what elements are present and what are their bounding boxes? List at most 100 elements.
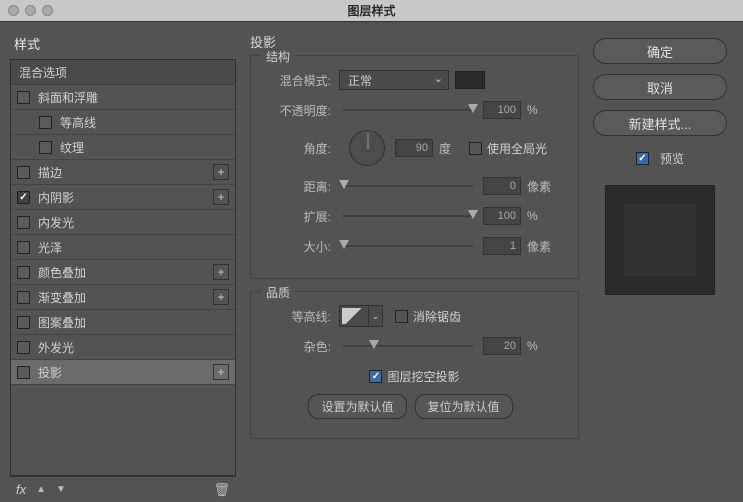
contour-dropdown-icon[interactable]: ⌄ [369, 305, 383, 327]
style-label: 描边 [38, 164, 62, 181]
checkbox-color-overlay[interactable] [17, 266, 30, 279]
style-list: 混合选项 斜面和浮雕 等高线 纹理 描边 + 内阴影 + [10, 59, 236, 476]
distance-unit: 像素 [527, 178, 557, 195]
blend-mode-label: 混合模式: [265, 72, 339, 89]
size-unit: 像素 [527, 238, 557, 255]
style-label: 光泽 [38, 239, 62, 256]
set-default-button[interactable]: 设置为默认值 [308, 394, 406, 419]
spread-label: 扩展: [265, 208, 339, 225]
contour-picker[interactable] [339, 305, 369, 327]
structure-group: 结构 混合模式: 正常 不透明度: % 角度: 度 使用全局光 [250, 55, 579, 279]
defaults-row: 设置为默认值 复位为默认值 [265, 394, 564, 418]
sidebar: 样式 混合选项 斜面和浮雕 等高线 纹理 描边 + 内阴影 [0, 22, 236, 502]
checkbox-inner-glow[interactable] [17, 216, 30, 229]
style-contour[interactable]: 等高线 [11, 110, 235, 135]
style-texture[interactable]: 纹理 [11, 135, 235, 160]
minimize-window-icon[interactable] [25, 5, 36, 16]
knockout-checkbox[interactable] [369, 370, 382, 383]
checkbox-texture[interactable] [39, 141, 52, 154]
contour-label: 等高线: [265, 308, 339, 325]
style-drop-shadow[interactable]: 投影 + [11, 360, 235, 385]
checkbox-satin[interactable] [17, 241, 30, 254]
spread-slider[interactable] [343, 215, 473, 217]
add-inner-shadow-icon[interactable]: + [213, 189, 229, 205]
style-label: 内阴影 [38, 189, 74, 206]
effect-title: 投影 [250, 32, 579, 51]
close-window-icon[interactable] [8, 5, 19, 16]
angle-field[interactable] [395, 139, 433, 157]
distance-slider[interactable] [343, 185, 473, 187]
style-stroke[interactable]: 描边 + [11, 160, 235, 185]
move-down-icon[interactable]: ▼ [56, 484, 66, 495]
style-label: 颜色叠加 [38, 264, 86, 281]
style-satin[interactable]: 光泽 [11, 235, 235, 260]
checkbox-stroke[interactable] [17, 166, 30, 179]
style-gradient-overlay[interactable]: 渐变叠加 + [11, 285, 235, 310]
style-inner-shadow[interactable]: 内阴影 + [11, 185, 235, 210]
noise-unit: % [527, 339, 557, 353]
style-label: 外发光 [38, 339, 74, 356]
global-light-checkbox[interactable] [469, 142, 482, 155]
opacity-label: 不透明度: [265, 102, 339, 119]
checkbox-pattern-overlay[interactable] [17, 316, 30, 329]
spread-unit: % [527, 209, 557, 223]
style-inner-glow[interactable]: 内发光 [11, 210, 235, 235]
zoom-window-icon[interactable] [42, 5, 53, 16]
styles-header[interactable]: 样式 [10, 32, 236, 59]
opacity-slider[interactable] [343, 109, 473, 111]
add-color-overlay-icon[interactable]: + [213, 264, 229, 280]
trash-icon[interactable]: 🗑 [213, 482, 230, 498]
preview-checkbox[interactable] [636, 152, 649, 165]
opacity-field[interactable] [483, 101, 521, 119]
style-bevel[interactable]: 斜面和浮雕 [11, 85, 235, 110]
distance-field[interactable] [483, 177, 521, 195]
slider-thumb-icon[interactable] [369, 340, 379, 349]
blending-options-item[interactable]: 混合选项 [11, 60, 235, 85]
fx-menu-icon[interactable]: fx [16, 482, 26, 497]
checkbox-gradient-overlay[interactable] [17, 291, 30, 304]
style-outer-glow[interactable]: 外发光 [11, 335, 235, 360]
preview-inner [624, 204, 696, 276]
size-field[interactable] [483, 237, 521, 255]
checkbox-outer-glow[interactable] [17, 341, 30, 354]
reset-default-button[interactable]: 复位为默认值 [415, 394, 513, 419]
ok-button[interactable]: 确定 [593, 38, 727, 64]
style-label: 图案叠加 [38, 314, 86, 331]
preview-toggle-row: 预览 [593, 150, 727, 167]
add-drop-shadow-icon[interactable]: + [213, 364, 229, 380]
knockout-row: 图层挖空投影 [265, 364, 564, 388]
style-label: 投影 [38, 364, 62, 381]
slider-thumb-icon[interactable] [468, 210, 478, 219]
new-style-button[interactable]: 新建样式... [593, 110, 727, 136]
add-stroke-icon[interactable]: + [213, 164, 229, 180]
cancel-button[interactable]: 取消 [593, 74, 727, 100]
blend-mode-dropdown[interactable]: 正常 [339, 70, 449, 90]
checkbox-bevel[interactable] [17, 91, 30, 104]
window-controls[interactable] [8, 5, 53, 16]
style-pattern-overlay[interactable]: 图案叠加 [11, 310, 235, 335]
noise-slider[interactable] [343, 345, 473, 347]
global-light-label: 使用全局光 [487, 140, 547, 157]
titlebar: 图层样式 [0, 0, 743, 22]
checkbox-contour[interactable] [39, 116, 52, 129]
distance-label: 距离: [265, 178, 339, 195]
slider-thumb-icon[interactable] [339, 240, 349, 249]
noise-field[interactable] [483, 337, 521, 355]
distance-row: 距离: 像素 [265, 174, 564, 198]
style-color-overlay[interactable]: 颜色叠加 + [11, 260, 235, 285]
checkbox-drop-shadow[interactable] [17, 366, 30, 379]
size-slider[interactable] [343, 245, 473, 247]
slider-thumb-icon[interactable] [339, 180, 349, 189]
add-gradient-overlay-icon[interactable]: + [213, 289, 229, 305]
move-up-icon[interactable]: ▲ [36, 484, 46, 495]
angle-dial[interactable] [349, 130, 385, 166]
angle-label: 角度: [265, 140, 339, 157]
slider-thumb-icon[interactable] [468, 104, 478, 113]
shadow-color-swatch[interactable] [455, 71, 485, 89]
main-area: 样式 混合选项 斜面和浮雕 等高线 纹理 描边 + 内阴影 [0, 22, 743, 502]
checkbox-inner-shadow[interactable] [17, 191, 30, 204]
spread-field[interactable] [483, 207, 521, 225]
antialias-checkbox[interactable] [395, 310, 408, 323]
quality-label: 品质 [261, 284, 295, 301]
blend-mode-row: 混合模式: 正常 [265, 68, 564, 92]
